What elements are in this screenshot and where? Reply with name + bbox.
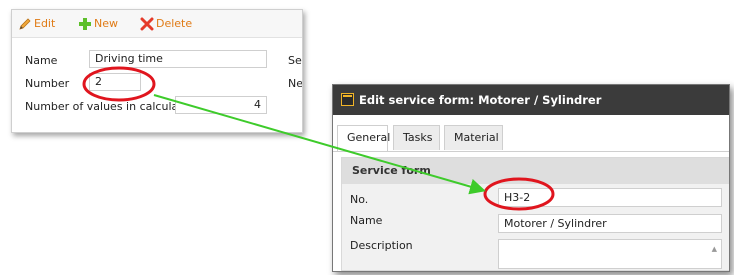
description-field[interactable]: ▲ xyxy=(498,239,722,269)
no-label: No. xyxy=(350,193,369,206)
cut-off-label-2: Ne: xyxy=(288,77,303,90)
no-field[interactable]: H3-2 xyxy=(498,188,722,207)
scroll-up-icon[interactable]: ▲ xyxy=(712,241,717,258)
dialog-title-bar: Edit service form: Motorer / Sylindrer xyxy=(333,85,729,115)
service-form-section: Service form No. H3-2 Name Motorer / Syl… xyxy=(341,157,729,271)
edit-service-form-dialog: Edit service form: Motorer / Sylindrer G… xyxy=(332,84,730,272)
delete-button[interactable]: Delete xyxy=(140,16,192,32)
name-field[interactable]: Motorer / Sylindrer xyxy=(498,214,722,233)
record-panel: Edit New Delete Name Driving time Number… xyxy=(11,9,303,133)
values-in-calculation-field[interactable]: 4 xyxy=(175,96,267,114)
new-button[interactable]: New xyxy=(78,16,118,32)
window-icon xyxy=(341,93,354,106)
pencil-icon xyxy=(19,18,31,30)
number-label: Number xyxy=(25,77,70,90)
plus-icon xyxy=(79,18,91,30)
number-field[interactable]: 2 xyxy=(89,73,141,91)
tab-general[interactable]: General xyxy=(337,125,390,151)
new-label: New xyxy=(94,17,118,30)
edit-label: Edit xyxy=(34,17,56,30)
tab-bar: General Tasks Material xyxy=(333,115,729,152)
section-header: Service form xyxy=(342,158,729,184)
delete-label: Delete xyxy=(156,17,193,30)
tab-tasks[interactable]: Tasks xyxy=(393,125,440,150)
tab-material[interactable]: Material xyxy=(444,125,503,150)
x-icon xyxy=(140,17,154,31)
name-field[interactable]: Driving time xyxy=(89,50,267,68)
description-label: Description xyxy=(350,239,413,252)
section-title: Service form xyxy=(352,164,431,177)
edit-button[interactable]: Edit xyxy=(18,16,55,32)
toolbar: Edit New Delete xyxy=(12,10,302,38)
name-label: Name xyxy=(25,54,58,67)
name-label: Name xyxy=(350,214,383,227)
cut-off-label-1: Ser xyxy=(288,54,302,67)
values-in-calculation-label: Number of values in calculation xyxy=(25,100,200,113)
dialog-title: Edit service form: Motorer / Sylindrer xyxy=(359,93,602,107)
